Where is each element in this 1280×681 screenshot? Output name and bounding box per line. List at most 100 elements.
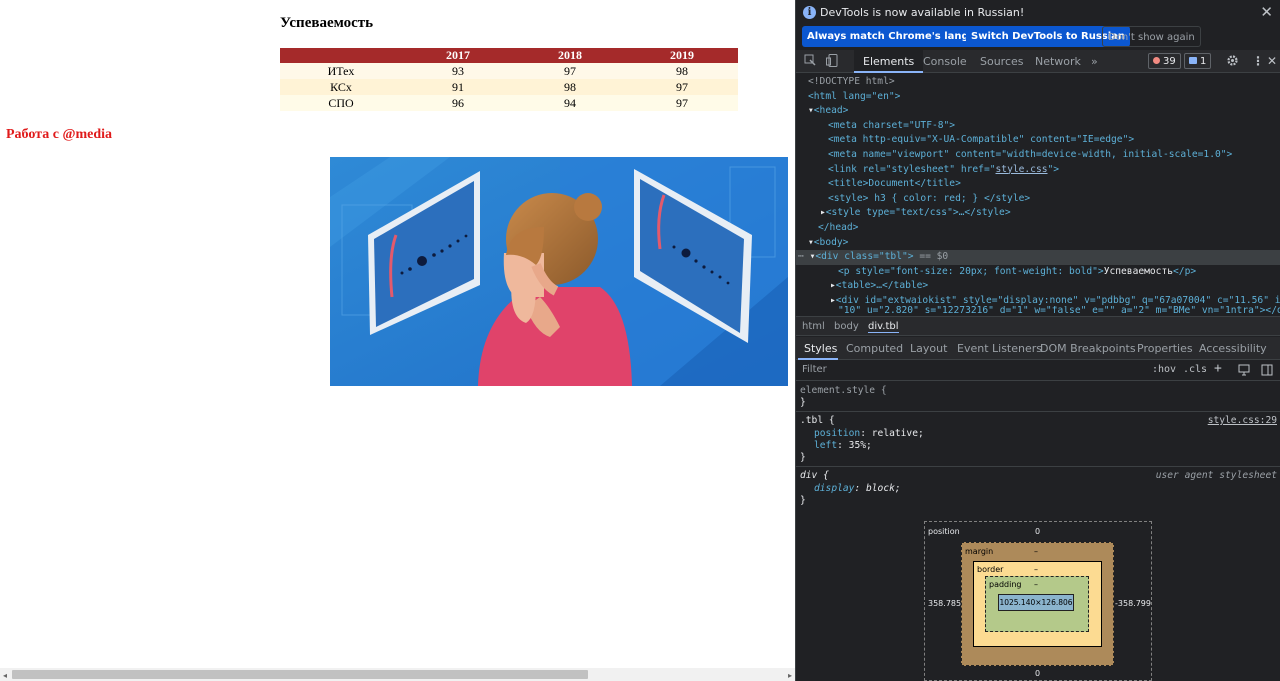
tab-console[interactable]: Console [914,50,976,73]
class-toggle[interactable]: .cls [1183,364,1207,375]
table-cell: СПО [280,95,402,111]
close-devtools-icon[interactable]: ✕ [1267,54,1277,68]
div-rule-selector[interactable]: div { [800,470,829,482]
rule-close-brace: } [800,495,806,506]
scroll-left-arrow-icon[interactable]: ◂ [3,671,7,680]
dom-tree: <!DOCTYPE html> <html lang="en"> ▾<head>… [796,73,1280,316]
dont-show-again-button[interactable]: Don't show again [1102,26,1201,47]
devtools-tab-bar: Elements Console Sources Network » 39 1 … [796,50,1280,73]
scroll-right-arrow-icon[interactable]: ▸ [788,671,792,680]
inspect-element-icon[interactable] [804,54,816,69]
dom-node-head[interactable]: ▾<head> [796,104,1280,119]
table-cell: 94 [514,95,626,111]
error-icon [1153,57,1160,64]
woman-looking-at-charts-illustration [330,157,788,386]
filter-input[interactable]: Filter [802,364,827,375]
dom-node-html[interactable]: <html lang="en"> [796,90,1280,105]
dom-node-meta-viewport[interactable]: <meta name="viewport" content="width=dev… [796,148,1280,163]
new-rule-plus-icon[interactable]: + [1214,361,1222,376]
table-cell: 98 [626,63,738,79]
settings-gear-icon[interactable] [1226,54,1239,70]
page-viewport: Успеваемость 2017 2018 2019 ИТех 93 97 9… [0,0,795,681]
tab-styles[interactable]: Styles [804,342,837,355]
tab-accessibility[interactable]: Accessibility [1199,342,1267,355]
padding-value[interactable]: – [1034,580,1038,589]
div-display-declaration[interactable]: display: block; [814,483,901,495]
devtools-panel: i DevTools is now available in Russian! … [795,0,1280,681]
table-header-cell: 2019 [626,48,738,63]
tab-elements[interactable]: Elements [854,50,924,73]
dom-node-p[interactable]: <p style="font-size: 20px; font-weight: … [796,265,1280,280]
margin-value[interactable]: – [1034,547,1038,556]
computed-styles-icon[interactable] [1238,364,1250,379]
more-tabs-icon[interactable]: » [1082,50,1107,73]
stylesheet-link[interactable]: style.css [996,164,1048,175]
rule-close-brace: } [800,452,806,463]
breadcrumb-div-tbl[interactable]: div.tbl [868,321,899,333]
dom-node-meta-http[interactable]: <meta http-equiv="X-UA-Compatible" conte… [796,133,1280,148]
border-label: border [977,565,1004,574]
table-cell: 91 [402,79,514,95]
border-value[interactable]: – [1034,565,1038,574]
tab-network[interactable]: Network [1026,50,1090,73]
rule-close-brace: } [800,397,806,408]
dom-node-head-close[interactable]: </head> [796,221,1280,236]
hover-state-toggle[interactable]: :hov [1152,364,1176,375]
dom-node-style[interactable]: <style> h3 { color: red; } </style> [796,192,1280,207]
tbl-rule-source-link[interactable]: style.css:29 [1208,415,1277,427]
info-icon: i [803,6,816,19]
breadcrumb-html[interactable]: html [802,321,825,332]
tab-event-listeners[interactable]: Event Listeners [957,342,1042,355]
dom-node-meta-charset[interactable]: <meta charset="UTF-8"> [796,119,1280,134]
content-box-size[interactable]: 1025.140×126.806 [998,594,1074,611]
tbl-rule-selector[interactable]: .tbl { [800,415,835,427]
dom-node-title[interactable]: <title>Document</title> [796,177,1280,192]
dom-node-body[interactable]: ▾<body> [796,236,1280,251]
dom-node-table[interactable]: ▸<table>…</table> [796,279,1280,294]
element-style-rule[interactable]: element.style { [800,385,887,397]
device-toolbar-icon[interactable] [826,54,838,70]
media-heading: Работа с @media [6,127,113,142]
sidebar-toggle-icon[interactable] [1261,364,1273,379]
dom-node-doctype[interactable]: <!DOCTYPE html> [796,75,1280,90]
grades-table: 2017 2018 2019 ИТех 93 97 98 КСх 91 98 9… [280,48,738,111]
table-cell: 98 [514,79,626,95]
table-row: ИТех 93 97 98 [280,63,738,79]
table-cell: 97 [514,63,626,79]
messages-count: 1 [1200,56,1207,67]
dom-node-extwaiokist-cont: "10" u="2.820" s="12273216" d="1" w="fal… [838,306,1280,316]
tab-computed[interactable]: Computed [846,342,903,355]
dom-node-div-tbl-selected[interactable]: ⋯ ▾<div class="tbl"> == $0 [796,250,1280,265]
breadcrumb-body[interactable]: body [834,321,859,332]
table-row: КСх 91 98 97 [280,79,738,95]
illustration-image [330,157,788,386]
table-header-cell: 2017 [402,48,514,63]
user-agent-stylesheet-label: user agent stylesheet [1155,470,1277,481]
dom-node-style-css[interactable]: ▸<style type="text/css">…</style> [796,206,1280,221]
box-model-diagram: position 0 0 358.785 -358.799 margin – b… [924,521,1152,681]
messages-badge[interactable]: 1 [1184,53,1212,69]
breadcrumb: html body div.tbl [796,316,1280,336]
table-cell: 93 [402,63,514,79]
message-icon [1189,57,1197,64]
errors-count: 39 [1163,56,1176,67]
tab-dom-breakpoints[interactable]: DOM Breakpoints [1040,342,1136,355]
rule-separator [796,411,1280,412]
tab-properties[interactable]: Properties [1137,342,1193,355]
table-cell: 97 [626,95,738,111]
dom-node-link[interactable]: <link rel="stylesheet" href="style.css"> [796,163,1280,178]
tab-layout[interactable]: Layout [910,342,947,355]
position-left-value[interactable]: 358.785 [928,599,961,608]
tbl-left-declaration[interactable]: left: 35%; [814,440,872,452]
errors-badge[interactable]: 39 [1148,53,1181,69]
tbl-position-declaration[interactable]: position: relative; [814,428,924,440]
more-options-icon[interactable]: ⋮ [1252,54,1264,68]
scrollbar-thumb[interactable] [12,670,588,679]
horizontal-scrollbar[interactable]: ◂ ▸ [0,668,795,681]
position-bottom-value[interactable]: 0 [1035,669,1040,678]
position-right-value[interactable]: -358.799 [1115,599,1151,608]
padding-label: padding [989,580,1022,589]
tab-sources[interactable]: Sources [971,50,1033,73]
position-top-value[interactable]: 0 [1035,527,1040,536]
close-icon[interactable]: ✕ [1260,3,1273,21]
